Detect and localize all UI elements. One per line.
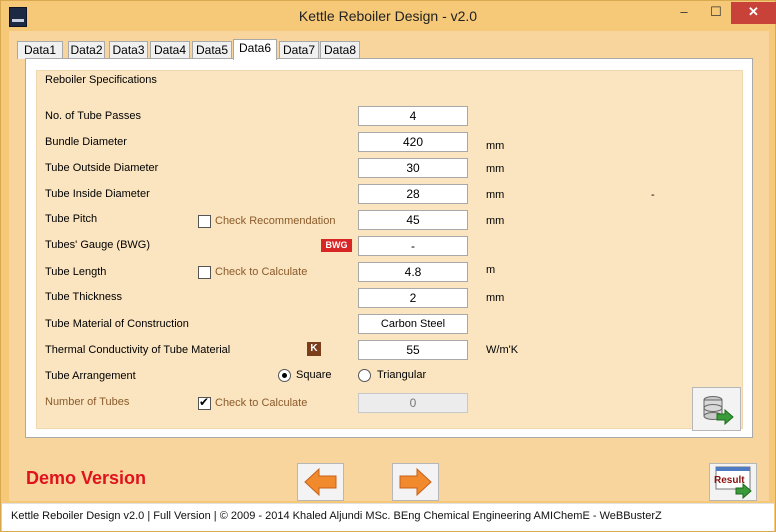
tab-data6[interactable]: Data6 <box>233 39 277 60</box>
window-title: Kettle Reboiler Design - v2.0 <box>298 8 478 24</box>
tube-gauge-label: Tubes' Gauge (BWG) <box>45 239 151 251</box>
tube-pitch-label: Tube Pitch <box>45 213 98 225</box>
tube-length-label: Tube Length <box>45 266 107 278</box>
tab-data4[interactable]: Data4 <box>150 41 190 59</box>
tube-passes-label: No. of Tube Passes <box>45 110 141 122</box>
tube-arrangement-label: Tube Arrangement <box>45 370 136 382</box>
previous-button[interactable] <box>297 463 344 501</box>
check-recommendation-checkbox[interactable] <box>198 215 211 228</box>
triangular-radio[interactable] <box>358 369 371 382</box>
tube-material-input[interactable]: Carbon Steel <box>358 314 468 334</box>
tab-data1[interactable]: Data1 <box>17 41 63 59</box>
tubes-calculate-checkbox[interactable] <box>198 395 211 410</box>
inside-diameter-unit: mm <box>486 189 505 201</box>
inside-diameter-input[interactable]: 28 <box>358 184 468 204</box>
tube-pitch-unit: mm <box>486 215 505 227</box>
outside-diameter-label: Tube Outside Diameter <box>45 162 159 174</box>
tube-pitch-input[interactable]: 45 <box>358 210 468 230</box>
maximize-button[interactable]: ☐ <box>701 2 731 24</box>
thermal-conductivity-unit: W/m'K <box>486 344 519 356</box>
tab-data3[interactable]: Data3 <box>109 41 148 59</box>
database-arrow-icon <box>703 396 734 426</box>
thermal-conductivity-input[interactable]: 55 <box>358 340 468 360</box>
tube-thickness-input[interactable]: 2 <box>358 288 468 308</box>
tube-thickness-label: Tube Thickness <box>45 291 123 303</box>
outside-diameter-unit: mm <box>486 163 505 175</box>
arrow-right-icon <box>399 467 432 497</box>
status-text: Kettle Reboiler Design v2.0 | Full Versi… <box>11 510 662 522</box>
triangular-radio-label[interactable]: Triangular <box>377 369 426 381</box>
tab-data7[interactable]: Data7 <box>279 41 319 59</box>
tube-length-unit: m <box>486 264 496 276</box>
minimize-button[interactable]: ‒ <box>669 2 699 24</box>
square-radio[interactable] <box>278 369 291 382</box>
app-window: Kettle Reboiler Design - v2.0 ‒ ☐ ✕ Data… <box>0 0 776 532</box>
square-radio-label[interactable]: Square <box>296 369 331 381</box>
tube-material-label: Tube Material of Construction <box>45 318 189 330</box>
next-button[interactable] <box>392 463 439 501</box>
outside-diameter-input[interactable]: 30 <box>358 158 468 178</box>
thermal-conductivity-label: Thermal Conductivity of Tube Material <box>45 344 231 356</box>
number-of-tubes-input: 0 <box>358 393 468 413</box>
group-title: Reboiler Specifications <box>45 74 157 86</box>
arrow-left-icon <box>304 467 337 497</box>
tab-data8[interactable]: Data8 <box>320 41 360 59</box>
stray-mark: - <box>651 189 655 201</box>
tube-thickness-unit: mm <box>486 292 505 304</box>
number-of-tubes-label: Number of Tubes <box>45 396 130 408</box>
tube-gauge-input[interactable]: - <box>358 236 468 256</box>
tab-data2[interactable]: Data2 <box>68 41 105 59</box>
length-calculate-label[interactable]: Check to Calculate <box>215 266 307 278</box>
tubes-calculate-label[interactable]: Check to Calculate <box>215 397 307 409</box>
close-button[interactable]: ✕ <box>731 2 776 24</box>
title-bar[interactable]: Kettle Reboiler Design - v2.0 ‒ ☐ ✕ <box>1 1 776 31</box>
check-recommendation-label[interactable]: Check Recommendation <box>215 215 335 227</box>
result-button[interactable]: Result <box>709 463 757 501</box>
length-calculate-checkbox[interactable] <box>198 266 211 279</box>
demo-version-label: Demo Version <box>26 468 147 488</box>
database-export-button[interactable] <box>692 387 741 431</box>
status-bar: Kettle Reboiler Design v2.0 | Full Versi… <box>2 503 774 531</box>
bwg-table-icon[interactable]: BWG <box>321 239 352 252</box>
tube-length-input[interactable]: 4.8 <box>358 262 468 282</box>
bundle-diameter-label: Bundle Diameter <box>45 136 127 148</box>
inside-diameter-label: Tube Inside Diameter <box>45 188 150 200</box>
tab-data5[interactable]: Data5 <box>192 41 232 59</box>
tube-passes-input[interactable]: 4 <box>358 106 468 126</box>
bundle-diameter-input[interactable]: 420 <box>358 132 468 152</box>
bundle-diameter-unit: mm <box>486 140 505 152</box>
result-button-label: Result <box>714 475 745 486</box>
conductivity-table-icon[interactable]: K <box>307 342 321 356</box>
